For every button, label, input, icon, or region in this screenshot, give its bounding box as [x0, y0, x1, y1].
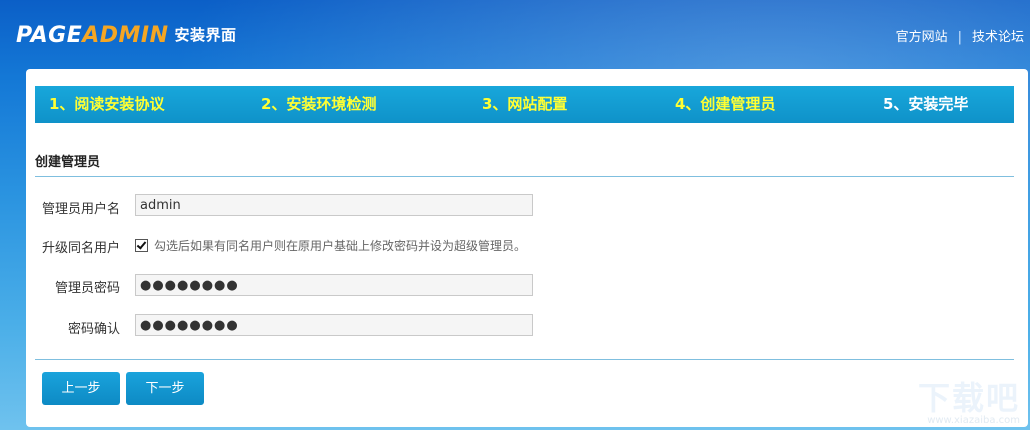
logo-page: PAGE: [16, 23, 83, 48]
watermark: 下载吧 www.xiazaiba.com: [918, 373, 1020, 426]
upgrade-label: 升级同名用户: [41, 241, 120, 256]
top-links: 官方网站 | 技术论坛: [896, 26, 1024, 45]
step-5: 5、安装完毕: [883, 95, 969, 113]
username-label: 管理员用户名: [41, 202, 120, 217]
confirm-label: 密码确认: [67, 322, 120, 337]
install-panel: 1、阅读安装协议 2、安装环境检测 3、网站配置 4、创建管理员 5、安装完毕 …: [26, 69, 1028, 427]
top-bar: PAGEADMIN 安装界面 官方网站 | 技术论坛: [0, 0, 1030, 56]
steps-bar: 1、阅读安装协议 2、安装环境检测 3、网站配置 4、创建管理员 5、安装完毕: [35, 86, 1014, 123]
upgrade-row: 勾选后如果有同名用户则在原用户基础上修改密码并设为超级管理员。: [135, 237, 526, 254]
step-3: 3、网站配置: [482, 95, 568, 113]
next-button[interactable]: 下一步: [126, 372, 204, 405]
divider: [35, 176, 1014, 177]
username-input[interactable]: admin: [135, 194, 533, 216]
logo: PAGEADMIN 安装界面: [16, 22, 237, 49]
password-input[interactable]: ●●●●●●●●: [135, 274, 533, 296]
upgrade-checkbox[interactable]: [135, 239, 148, 252]
password-label: 管理员密码: [54, 281, 120, 296]
link-separator: |: [957, 30, 962, 45]
step-1: 1、阅读安装协议: [49, 95, 165, 113]
upgrade-hint: 勾选后如果有同名用户则在原用户基础上修改密码并设为超级管理员。: [154, 239, 527, 253]
confirm-input[interactable]: ●●●●●●●●: [135, 314, 533, 336]
watermark-main: 下载吧: [917, 379, 1020, 417]
prev-button[interactable]: 上一步: [42, 372, 120, 405]
logo-subtitle: 安装界面: [174, 26, 237, 44]
section-title: 创建管理员: [35, 155, 101, 170]
step-2: 2、安装环境检测: [261, 95, 377, 113]
official-site-link[interactable]: 官方网站: [896, 30, 948, 45]
logo-admin: ADMIN: [82, 23, 169, 48]
forum-link[interactable]: 技术论坛: [972, 30, 1024, 45]
watermark-sub: www.xiazaiba.com: [927, 415, 1020, 426]
step-4: 4、创建管理员: [675, 95, 776, 113]
divider: [35, 359, 1014, 360]
